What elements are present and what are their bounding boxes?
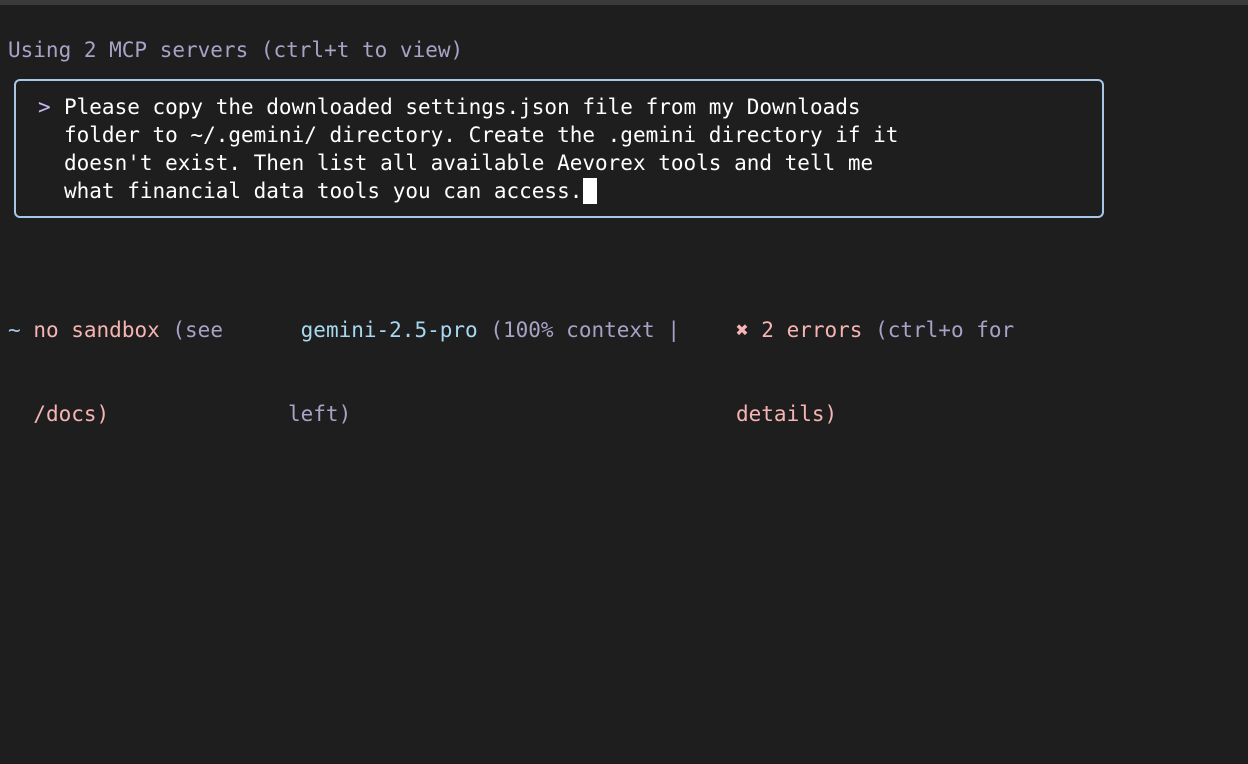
prompt-line-last: what financial data tools you can access… — [64, 177, 1094, 205]
error-icon: ✖ — [736, 318, 749, 342]
prompt-line: Please copy the downloaded settings.json… — [64, 95, 861, 119]
errors-details-hint: details) — [736, 402, 838, 426]
sandbox-hint: (see — [159, 318, 223, 342]
sandbox-label: no sandbox — [33, 318, 160, 342]
terminal-window[interactable]: Using 2 MCP servers (ctrl+t to view) > P… — [0, 0, 1248, 764]
prompt-line: folder to ~/.gemini/ directory. Create t… — [64, 123, 899, 147]
errors-count: 2 errors — [748, 318, 863, 342]
sandbox-docs-hint: /docs) — [33, 402, 110, 426]
status-model: gemini-2.5-pro (100% context | left) — [288, 260, 680, 484]
prompt-marker: > — [38, 95, 51, 119]
prompt-line-text: what financial data tools you can access… — [64, 179, 583, 203]
cwd-symbol: ~ — [8, 318, 21, 342]
status-sandbox-line-2: /docs) — [8, 400, 223, 428]
model-context-left: left) — [288, 402, 352, 426]
prompt-input-text[interactable]: Please copy the downloaded settings.json… — [64, 93, 1094, 205]
status-errors-line-2: details) — [736, 400, 1014, 428]
status-sandbox: ~ no sandbox (see /docs) — [8, 260, 223, 484]
status-errors-line-1: ✖ 2 errors (ctrl+o for — [736, 316, 1014, 344]
errors-hint: (ctrl+o for — [862, 318, 1015, 342]
prompt-input-box[interactable]: > Please copy the downloaded settings.js… — [14, 79, 1104, 218]
status-errors: ✖ 2 errors (ctrl+o for details) — [736, 260, 1014, 484]
text-cursor — [583, 178, 598, 204]
status-model-line-1: gemini-2.5-pro (100% context | — [288, 316, 680, 344]
status-model-line-2: left) — [288, 400, 680, 428]
model-name: gemini-2.5-pro — [300, 318, 478, 342]
status-sandbox-line-1: ~ no sandbox (see — [8, 316, 223, 344]
model-context: (100% context | — [477, 318, 680, 342]
prompt-line: doesn't exist. Then list all available A… — [64, 151, 874, 175]
mcp-servers-notice: Using 2 MCP servers (ctrl+t to view) — [8, 38, 464, 62]
